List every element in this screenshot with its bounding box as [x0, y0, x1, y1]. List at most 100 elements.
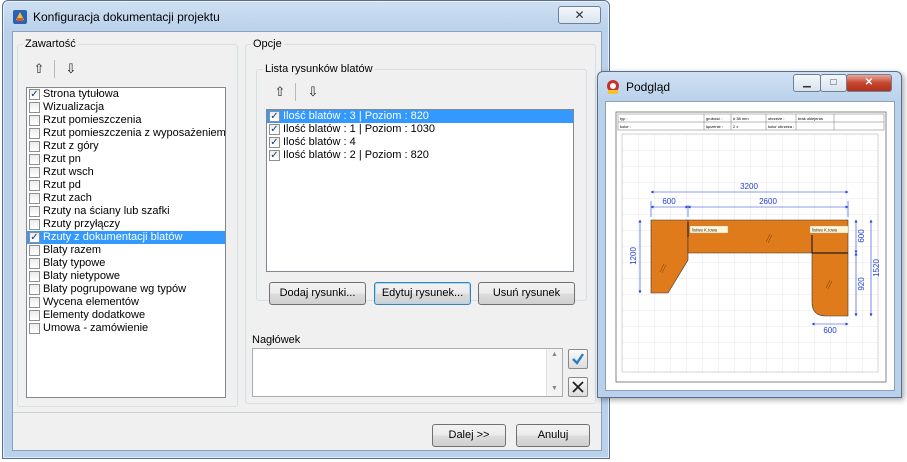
checkbox[interactable]: ✓ [29, 89, 40, 100]
preview-canvas: typ : kolor : grubość : # 38 mm łączenie… [605, 101, 895, 391]
checkbox[interactable] [29, 219, 40, 230]
list-item-label: Ilość blatów : 2 | Poziom : 820 [283, 149, 429, 161]
list-item[interactable]: ✓ Ilość blatów : 2 | Poziom : 820 [267, 149, 573, 162]
header-joint-label: łączenie : [706, 124, 723, 129]
checkbox[interactable]: ✓ [269, 111, 280, 122]
list-item[interactable]: ✓ Ilość blatów : 1 | Poziom : 1030 [267, 123, 573, 136]
list-item-label: Blaty nietypowe [43, 270, 121, 282]
list-item[interactable]: Blaty razem [27, 244, 225, 257]
drawing-move-up-button[interactable]: ⇧ [269, 82, 291, 102]
add-drawings-button[interactable]: Dodaj rysunki... [269, 282, 366, 305]
arrow-down-icon: ⇩ [65, 61, 77, 76]
checkmark-icon [572, 353, 584, 365]
checkbox[interactable] [29, 115, 40, 126]
list-item-label: Rzut pomieszczenia [43, 114, 142, 126]
checkbox[interactable] [29, 245, 40, 256]
checkbox[interactable] [29, 102, 40, 113]
edit-drawing-button[interactable]: Edytuj rysunek... [374, 282, 471, 305]
checkbox[interactable]: ✓ [269, 137, 280, 148]
scroll-down-icon[interactable]: ▼ [551, 385, 558, 392]
arrow-up-icon: ⇧ [33, 61, 45, 76]
x-icon [572, 381, 584, 393]
move-up-button[interactable]: ⇧ [28, 59, 50, 79]
next-button[interactable]: Dalej >> [432, 424, 506, 447]
checkbox[interactable] [29, 271, 40, 282]
header-textarea[interactable]: ▲ ▼ [252, 348, 563, 397]
list-item[interactable]: Elementy dodatkowe [27, 309, 225, 322]
checkbox[interactable] [29, 284, 40, 295]
list-item[interactable]: Rzut wsch [27, 166, 225, 179]
checkbox[interactable] [29, 310, 40, 321]
checkbox[interactable] [29, 128, 40, 139]
checkbox[interactable] [29, 258, 40, 269]
list-item[interactable]: Blaty pogrupowane wg typów [27, 283, 225, 296]
list-item[interactable]: ✓ Strona tytułowa [27, 88, 225, 101]
header-confirm-button[interactable] [568, 349, 588, 369]
maximize-button[interactable]: □ [820, 74, 847, 92]
checkbox[interactable] [29, 206, 40, 217]
preview-window: Podgląd ▁ □ ✕ typ: kolor: grubość: # … [597, 71, 902, 398]
checkbox[interactable]: ✓ [29, 232, 40, 243]
preview-close-button[interactable]: ✕ [846, 74, 892, 92]
checkbox[interactable] [29, 167, 40, 178]
list-item-label: Rzuty przyłączy [43, 218, 121, 230]
remove-drawing-button[interactable]: Usuń rysunek [478, 282, 575, 305]
header-joint-value: 2 x [733, 124, 738, 129]
preview-title: Podgląd [626, 80, 671, 94]
dim-left-width: 600 [662, 197, 676, 206]
drawings-checklist[interactable]: ✓ Ilość blatów : 3 | Poziom : 820 ✓ Ilość b… [266, 109, 574, 272]
list-item[interactable]: ✓ Ilość blatów : 4 [267, 136, 573, 149]
list-item-label: Rzut z góry [43, 140, 99, 152]
checkbox[interactable] [29, 141, 40, 152]
checkbox[interactable] [29, 193, 40, 204]
list-item-label: Blaty pogrupowane wg typów [43, 283, 187, 295]
list-item[interactable]: Rzut pn [27, 153, 225, 166]
dim-middle-width: 2600 [759, 197, 777, 206]
list-item[interactable]: Rzut z góry [27, 140, 225, 153]
checkbox[interactable] [29, 323, 40, 334]
checkbox[interactable] [29, 297, 40, 308]
list-item[interactable]: Wizualizacja [27, 101, 225, 114]
list-item-label: Umowa - zamówienie [43, 322, 149, 334]
list-item[interactable]: Rzuty na ściany lub szafki [27, 205, 225, 218]
header-scrollbar[interactable]: ▲ ▼ [546, 349, 562, 396]
header-thickness-value: # 38 mm [733, 116, 749, 121]
list-item-label: Rzut pomieszczenia z wyposażeniem [43, 127, 226, 139]
header-clear-button[interactable] [568, 377, 588, 397]
checkbox[interactable] [29, 180, 40, 191]
dim-total-depth: 1520 [872, 259, 881, 277]
header-label: Nagłówek [252, 334, 301, 346]
options-group-label: Opcje [251, 38, 284, 50]
list-item-label: Blaty razem [43, 244, 102, 256]
list-item-label: Rzuty z dokumentacji blatów [43, 231, 183, 243]
list-item[interactable]: Blaty typowe [27, 257, 225, 270]
cancel-button[interactable]: Anuluj [516, 424, 590, 447]
list-item[interactable]: ✓ Ilość blatów : 3 | Poziom : 820 [267, 110, 573, 123]
list-item[interactable]: Rzut pomieszczenia z wyposażeniem [27, 127, 225, 140]
checkbox[interactable] [29, 154, 40, 165]
scroll-up-icon[interactable]: ▲ [551, 351, 558, 358]
content-checklist[interactable]: ✓ Strona tytułowa Wizualizacja Rzut pomiesz… [26, 87, 226, 398]
list-item-label: Ilość blatów : 1 | Poziom : 1030 [283, 123, 436, 135]
move-down-button[interactable]: ⇩ [60, 59, 82, 79]
list-item[interactable]: Rzut zach [27, 192, 225, 205]
list-item[interactable]: Rzuty przyłączy [27, 218, 225, 231]
list-item[interactable]: Rzut pomieszczenia [27, 114, 225, 127]
drawing-move-down-button[interactable]: ⇩ [302, 82, 324, 102]
arrow-down-icon: ⇩ [307, 84, 319, 99]
main-dialog-window: Konfiguracja dokumentacji projektu ✕ Zaw… [2, 0, 610, 459]
list-item[interactable]: Rzut pd [27, 179, 225, 192]
list-item[interactable]: Wycena elementów [27, 296, 225, 309]
minimize-button[interactable]: ▁ [793, 74, 821, 92]
list-item-label: Blaty typowe [43, 257, 106, 269]
dialog-close-button[interactable]: ✕ [558, 6, 601, 24]
preview-app-icon [607, 80, 619, 94]
close-icon: ✕ [864, 77, 874, 88]
list-item[interactable]: Blaty nietypowe [27, 270, 225, 283]
toolbar-separator [295, 83, 296, 101]
list-item[interactable]: Umowa - zamówienie [27, 322, 225, 335]
checkbox[interactable]: ✓ [269, 124, 280, 135]
checkbox[interactable]: ✓ [269, 150, 280, 161]
maximize-icon: □ [830, 77, 837, 88]
list-item[interactable]: ✓ Rzuty z dokumentacji blatów [27, 231, 225, 244]
